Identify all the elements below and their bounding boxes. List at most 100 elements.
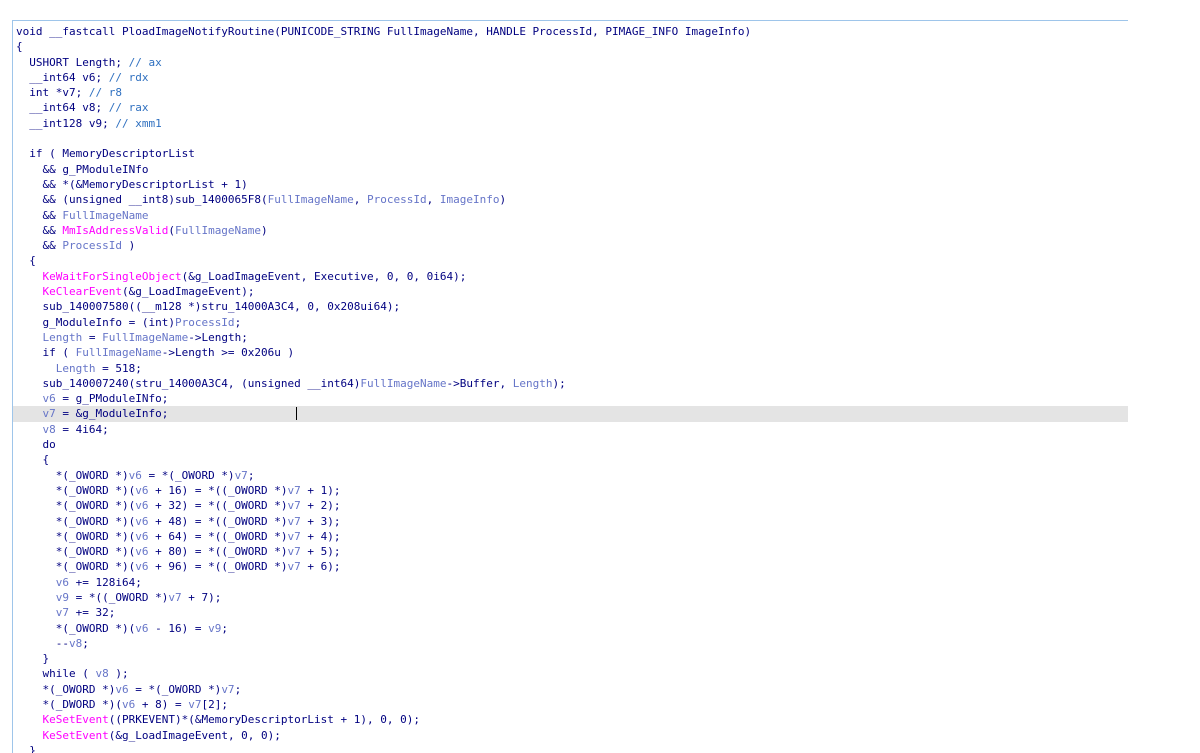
- code-line[interactable]: KeWaitForSingleObject(&g_LoadImageEvent,…: [13, 269, 1128, 284]
- code-token-var: v7: [42, 407, 56, 421]
- code-line[interactable]: while ( v8 );: [13, 666, 1128, 681]
- code-token-normal: [16, 392, 43, 405]
- code-line[interactable]: && FullImageName: [13, 208, 1128, 223]
- code-line[interactable]: void __fastcall PloadImageNotifyRoutine(…: [13, 24, 1128, 39]
- code-lines[interactable]: void __fastcall PloadImageNotifyRoutine(…: [13, 24, 1128, 753]
- code-token-normal: += 128i64;: [69, 575, 142, 589]
- code-token-normal: (&g_LoadImageEvent, Executive, 0, 0, 0i6…: [181, 269, 467, 283]
- code-token-normal: ,: [426, 193, 440, 207]
- code-token-var: FullImageName: [267, 193, 354, 207]
- code-token-var: v7: [168, 590, 182, 604]
- code-line[interactable]: {: [13, 39, 1128, 54]
- code-token-normal: + 5);: [300, 545, 341, 559]
- code-token-normal: ,: [353, 193, 368, 207]
- code-token-normal: void __fastcall PloadImageNotifyRoutine(…: [16, 25, 752, 38]
- code-token-var: Length: [55, 361, 96, 375]
- code-token-normal: [16, 270, 43, 283]
- code-token-normal: + 6);: [300, 560, 341, 574]
- code-line[interactable]: *(_OWORD *)(v6 + 48) = *((_OWORD *)v7 + …: [13, 514, 1128, 529]
- code-line[interactable]: }: [13, 651, 1128, 666]
- code-line[interactable]: if ( FullImageName->Length >= 0x206u ): [13, 345, 1128, 360]
- code-token-normal: [16, 407, 43, 420]
- code-line[interactable]: && g_PModuleINfo: [13, 162, 1128, 177]
- code-token-normal: do: [16, 438, 56, 452]
- code-token-normal: {: [16, 40, 23, 54]
- code-line[interactable]: *(_DWORD *)(v6 + 8) = v7[2];: [13, 697, 1128, 712]
- code-line[interactable]: }: [13, 743, 1128, 753]
- code-token-comment: // rdx: [108, 70, 149, 84]
- code-token-var: v7: [287, 560, 301, 574]
- code-line[interactable]: *(_OWORD *)(v6 + 64) = *((_OWORD *)v7 + …: [13, 529, 1128, 544]
- code-line[interactable]: __int64 v6; // rdx: [13, 70, 1128, 85]
- code-line[interactable]: [13, 131, 1128, 146]
- code-token-normal: *(_OWORD *)(: [16, 545, 136, 559]
- code-token-normal: ): [121, 239, 136, 253]
- code-line[interactable]: --v8;: [13, 636, 1128, 651]
- code-line[interactable]: v8 = 4i64;: [13, 422, 1128, 437]
- code-token-normal: g_ModuleInfo = (int): [16, 315, 175, 329]
- code-line[interactable]: int *v7; // r8: [13, 85, 1128, 100]
- code-token-normal: (&g_LoadImageEvent, 0, 0);: [108, 728, 281, 742]
- code-line[interactable]: *(_OWORD *)v6 = *(_OWORD *)v7;: [13, 682, 1128, 697]
- code-token-normal: + 96) = *((_OWORD *): [148, 560, 288, 574]
- code-token-normal: = &g_ModuleInfo;: [55, 407, 169, 421]
- code-token-var: v8: [42, 422, 56, 436]
- code-line[interactable]: v6 = g_PModuleINfo;: [13, 391, 1128, 406]
- code-line[interactable]: KeClearEvent(&g_LoadImageEvent);: [13, 284, 1128, 299]
- code-token-normal: = *(_OWORD *): [128, 682, 222, 696]
- code-line[interactable]: *(_OWORD *)v6 = *(_OWORD *)v7;: [13, 468, 1128, 483]
- code-token-normal: ;: [234, 315, 242, 329]
- code-token-normal: = g_PModuleINfo;: [55, 392, 169, 406]
- code-token-normal: - 16) =: [148, 621, 209, 635]
- code-line[interactable]: *(_OWORD *)(v6 + 96) = *((_OWORD *)v7 + …: [13, 559, 1128, 574]
- code-token-normal: + 7);: [181, 590, 222, 604]
- code-token-normal: + 1);: [300, 483, 341, 497]
- code-token-comment: // rax: [108, 101, 149, 115]
- code-token-normal: [16, 423, 43, 436]
- code-token-normal: sub_140007580((__m128 *)stru_14000A3C4, …: [16, 300, 401, 314]
- code-line[interactable]: KeSetEvent((PRKEVENT)*(&MemoryDescriptor…: [13, 712, 1128, 727]
- code-token-var: v6: [135, 621, 149, 635]
- code-token-var: v6: [42, 392, 56, 406]
- code-token-func: KeClearEvent: [42, 285, 122, 299]
- code-line[interactable]: v9 = *((_OWORD *)v7 + 7);: [13, 590, 1128, 605]
- code-token-normal: ->Length >= 0x206u ): [161, 346, 295, 360]
- code-line[interactable]: {: [13, 253, 1128, 268]
- code-token-func: KeSetEvent: [42, 728, 109, 742]
- code-line-current[interactable]: v7 = &g_ModuleInfo;: [13, 406, 1128, 422]
- code-line[interactable]: *(_OWORD *)(v6 + 16) = *((_OWORD *)v7 + …: [13, 483, 1128, 498]
- code-token-normal: + 48) = *((_OWORD *): [148, 514, 288, 528]
- code-token-var: ProcessId: [174, 315, 235, 329]
- code-line[interactable]: v7 += 32;: [13, 605, 1128, 620]
- pseudocode-view[interactable]: void __fastcall PloadImageNotifyRoutine(…: [12, 20, 1128, 753]
- code-line[interactable]: && ProcessId ): [13, 238, 1128, 253]
- code-token-normal: sub_140007240(stru_14000A3C4, (unsigned …: [16, 376, 361, 390]
- code-line[interactable]: Length = 518;: [13, 361, 1128, 376]
- code-line[interactable]: g_ModuleInfo = (int)ProcessId;: [13, 315, 1128, 330]
- code-token-normal: *(_OWORD *)(: [16, 621, 136, 635]
- code-line[interactable]: do: [13, 437, 1128, 452]
- code-line[interactable]: v6 += 128i64;: [13, 575, 1128, 590]
- code-line[interactable]: Length = FullImageName->Length;: [13, 330, 1128, 345]
- code-line[interactable]: KeSetEvent(&g_LoadImageEvent, 0, 0);: [13, 728, 1128, 743]
- code-token-normal: }: [16, 743, 36, 753]
- code-token-normal: int *v7;: [16, 86, 89, 100]
- code-token-normal: += 32;: [69, 606, 116, 620]
- code-line[interactable]: *(_OWORD *)(v6 + 80) = *((_OWORD *)v7 + …: [13, 544, 1128, 559]
- code-line[interactable]: if ( MemoryDescriptorList: [13, 146, 1128, 161]
- code-token-normal: [16, 285, 43, 298]
- code-token-normal: + 80) = *((_OWORD *): [148, 545, 288, 559]
- code-line[interactable]: && MmIsAddressValid(FullImageName): [13, 223, 1128, 238]
- code-line[interactable]: USHORT Length; // ax: [13, 55, 1128, 70]
- code-line[interactable]: sub_140007580((__m128 *)stru_14000A3C4, …: [13, 299, 1128, 314]
- code-line[interactable]: *(_OWORD *)(v6 - 16) = v9;: [13, 621, 1128, 636]
- code-line[interactable]: __int128 v9; // xmm1: [13, 116, 1128, 131]
- code-line[interactable]: && (unsigned __int8)sub_1400065F8(FullIm…: [13, 192, 1128, 207]
- code-line[interactable]: __int64 v8; // rax: [13, 100, 1128, 115]
- code-token-var: v6: [128, 468, 142, 482]
- code-token-normal: MemoryDescriptorList: [62, 147, 195, 161]
- code-line[interactable]: && *(&MemoryDescriptorList + 1): [13, 177, 1128, 192]
- code-line[interactable]: sub_140007240(stru_14000A3C4, (unsigned …: [13, 376, 1128, 391]
- code-line[interactable]: *(_OWORD *)(v6 + 32) = *((_OWORD *)v7 + …: [13, 498, 1128, 513]
- code-line[interactable]: {: [13, 452, 1128, 467]
